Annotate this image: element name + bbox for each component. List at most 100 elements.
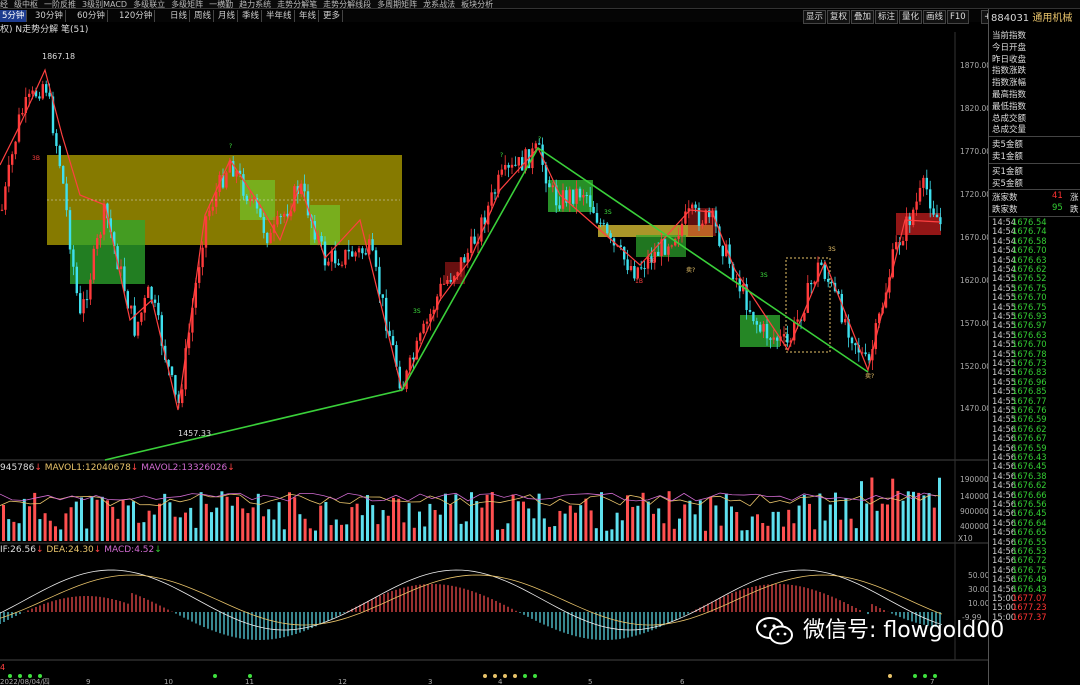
volume-bar — [194, 527, 198, 541]
candle — [133, 305, 136, 336]
candle — [79, 293, 82, 314]
candle — [323, 241, 327, 266]
price-axis-label: 1520.00 — [960, 362, 988, 371]
volume-bar — [230, 505, 234, 541]
candle — [276, 216, 279, 225]
candle — [602, 223, 605, 225]
volume-bar — [516, 501, 520, 541]
candle — [320, 235, 323, 242]
quote-field-label: 总成交量 — [992, 125, 1027, 136]
candle — [895, 242, 898, 250]
candle — [901, 241, 905, 246]
breadth-value: 41 — [1052, 191, 1063, 202]
volume-bar — [896, 490, 900, 541]
price-axis-label: 1670.00 — [960, 233, 988, 242]
candle — [629, 266, 633, 271]
volume-bar — [111, 506, 115, 541]
volume-bar — [204, 503, 208, 541]
volume-bar — [662, 523, 666, 541]
candle — [378, 266, 381, 295]
candle — [599, 222, 602, 224]
volume-bar — [698, 500, 702, 541]
volume-bar — [22, 498, 26, 541]
candle — [493, 192, 497, 194]
volume-bar — [496, 529, 499, 541]
candle — [585, 195, 588, 197]
volume-bar — [449, 504, 453, 541]
volume-bar — [719, 525, 723, 541]
candle — [551, 185, 554, 188]
candle — [0, 209, 4, 211]
candle — [7, 164, 10, 187]
candle — [701, 223, 704, 226]
volume-bar — [215, 507, 219, 541]
volume-bar — [360, 515, 364, 541]
watermark: 微信号: flowgold00 — [755, 612, 1004, 646]
candle — [147, 286, 150, 298]
volume-bar — [137, 522, 141, 541]
volume-bar — [891, 478, 895, 541]
candle — [939, 217, 942, 225]
volume-bar — [220, 491, 224, 541]
candle — [72, 249, 75, 267]
volume-bar — [745, 530, 749, 541]
candle — [806, 282, 809, 313]
candle — [929, 189, 932, 209]
volume-bar — [12, 521, 16, 541]
strip-dot — [888, 674, 892, 678]
time-axis-label: 9 — [86, 678, 90, 685]
candle — [796, 319, 799, 322]
candle — [174, 375, 177, 395]
candle — [864, 352, 867, 355]
volume-bar — [600, 492, 603, 541]
macd-axis-label: 10.00 — [968, 599, 988, 608]
candle — [55, 133, 58, 146]
volume-bar — [272, 519, 276, 541]
time-axis-label: 6 — [680, 678, 685, 685]
volume-axis-label: 400000 — [960, 522, 988, 531]
main-chart[interactable]: 1867.18 1457.33??? 3S 3S 3S 3S 卖? 卖? 3B 1B 3B 4 202… — [0, 0, 988, 685]
time-axis-label: 7 — [930, 678, 934, 685]
candle — [606, 223, 609, 234]
tick-row: 15:00 1677.37 — [992, 612, 1078, 622]
volume-bar — [90, 496, 94, 541]
candle — [242, 174, 245, 196]
strip-dot — [513, 674, 517, 678]
volume-bar — [444, 493, 447, 541]
watermark-text: 微信号: flowgold00 — [803, 618, 1005, 643]
candle — [208, 210, 211, 217]
volume-bar — [412, 527, 416, 541]
candle — [422, 323, 425, 334]
time-axis-label: 3 — [428, 678, 432, 685]
volume-bar — [605, 530, 609, 541]
breadth-row: 涨家数 41 涨 — [992, 191, 1079, 203]
candle — [561, 190, 565, 209]
volume-bar — [329, 525, 333, 541]
price-axis-label: 1620.00 — [960, 276, 988, 285]
candle — [626, 259, 629, 271]
wechat-icon — [756, 617, 793, 645]
strip-label: 4 — [0, 663, 5, 672]
candle — [153, 299, 157, 303]
volume-bar — [750, 516, 754, 541]
volume-bar — [324, 501, 328, 541]
high-price-label: 1867.18 — [42, 52, 75, 61]
candle — [932, 208, 935, 215]
volume-bar — [28, 506, 31, 541]
candle — [48, 92, 51, 97]
candle — [357, 248, 361, 253]
volume-bar — [33, 492, 37, 541]
candle — [867, 354, 871, 361]
book-field-label: 买5金额 — [992, 178, 1023, 189]
candle — [786, 334, 789, 343]
volume-bar — [709, 497, 713, 541]
volume-bar — [319, 505, 323, 541]
candle — [38, 96, 41, 99]
volume-bar — [854, 528, 858, 541]
candle — [735, 278, 738, 280]
volume-bar — [173, 516, 177, 541]
volume-bar — [392, 497, 395, 541]
volume-bar — [886, 504, 889, 541]
volume-bar — [251, 507, 255, 541]
volume-bar — [241, 508, 245, 541]
